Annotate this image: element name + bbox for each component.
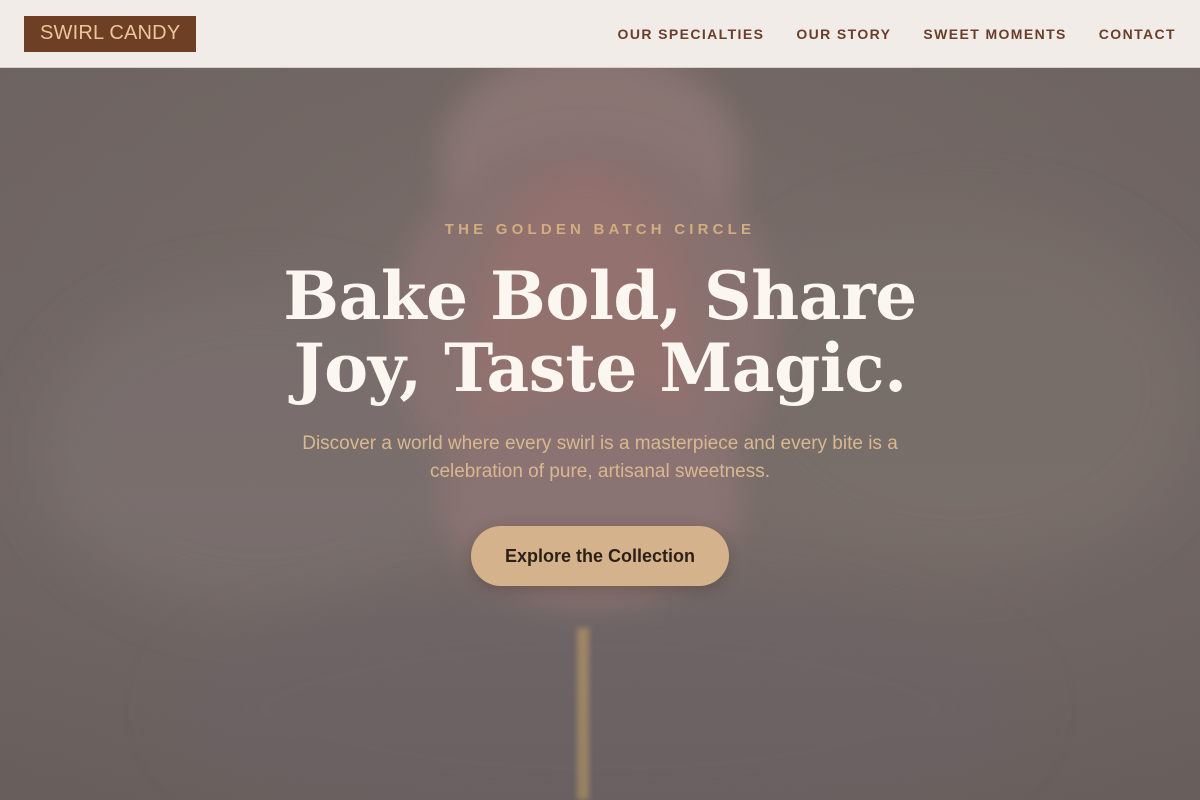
page: SWIRL CANDY OUR SPECIALTIES OUR STORY SW…	[0, 0, 1200, 800]
nav-link-our-story[interactable]: OUR STORY	[796, 26, 891, 42]
hero-headline: Bake Bold, Share Joy, Taste Magic.	[283, 257, 917, 407]
nav-link-contact[interactable]: CONTACT	[1099, 26, 1176, 42]
nav-link-sweet-moments[interactable]: SWEET MOMENTS	[923, 26, 1066, 42]
site-header: SWIRL CANDY OUR SPECIALTIES OUR STORY SW…	[0, 0, 1200, 68]
hero-subtext: Discover a world where every swirl is a …	[302, 433, 898, 482]
hero-section: THE GOLDEN BATCH CIRCLE Bake Bold, Share…	[0, 68, 1200, 800]
main-nav: OUR SPECIALTIES OUR STORY SWEET MOMENTS …	[618, 26, 1176, 42]
hero-eyebrow: THE GOLDEN BATCH CIRCLE	[444, 221, 756, 238]
nav-link-our-specialties[interactable]: OUR SPECIALTIES	[618, 26, 765, 42]
explore-collection-button[interactable]: Explore the Collection	[471, 526, 729, 586]
logo[interactable]: SWIRL CANDY	[24, 15, 197, 52]
hero-content: THE GOLDEN BATCH CIRCLE Bake Bold, Share…	[0, 68, 1200, 800]
